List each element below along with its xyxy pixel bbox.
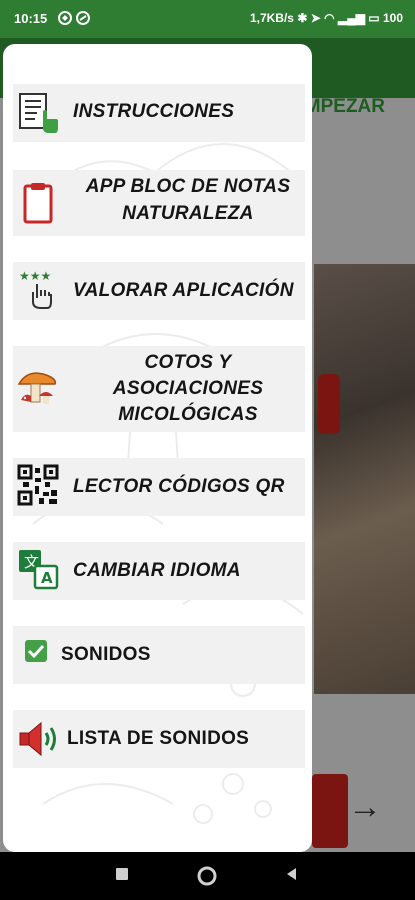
battery-level: 100 — [382, 11, 403, 25]
status-time: 10:15 — [14, 11, 48, 26]
menu-item-label-line-2: ASOCIACIONES — [112, 378, 264, 399]
menu-item-cambiar-idioma[interactable]: 文 A CAMBIAR IDIOMA — [13, 542, 305, 600]
status-right: 1,7KB/s ✱ ➤ ◠ ▂▄▆ ▭ 100 — [250, 11, 403, 25]
start-label: EMPEZAR — [312, 96, 385, 117]
menu-item-label-line-1: COTOS Y — [144, 352, 232, 373]
menu-item-label-line-2: NATURALEZA — [122, 203, 254, 224]
app-notification-icon — [58, 11, 90, 25]
menu-item-bloc-de-notas[interactable]: APP BLOC DE NOTAS NATURALEZA — [13, 170, 305, 236]
menu-item-label-line-1: APP BLOC DE NOTAS — [85, 176, 291, 197]
menu-item-label-line-3: MICOLÓGICAS — [118, 404, 258, 425]
back-button-icon[interactable] — [284, 866, 300, 882]
bluetooth-icon: ✱ — [297, 11, 308, 25]
menu-item-cotos-asociaciones[interactable]: COTOS Y ASOCIACIONES MICOLÓGICAS — [13, 346, 305, 432]
speaker-icon — [19, 721, 56, 757]
system-navigation-bar — [0, 852, 415, 900]
exit-door-icon — [312, 774, 348, 848]
menu-item-lista-sonidos[interactable]: LISTA DE SONIDOS — [13, 710, 305, 768]
instructions-document-icon — [19, 93, 58, 133]
checkbox-checked-icon[interactable] — [19, 634, 53, 668]
menu-item-label: CAMBIAR IDIOMA — [73, 560, 241, 581]
background-photo — [314, 264, 415, 694]
menu-item-label: LECTOR CÓDIGOS QR — [73, 476, 285, 497]
menu-item-label: VALORAR APLICACIÓN — [73, 280, 294, 301]
menu-item-label: SONIDOS — [61, 644, 151, 665]
menu-item-instrucciones[interactable]: INSTRUCCIONES — [13, 84, 305, 142]
navigation-drawer: INSTRUCCIONES APP BLOC DE NOTAS NATURALE… — [3, 44, 312, 852]
menu-item-valorar[interactable]: ★★★ VALORAR APLICACIÓN — [13, 262, 305, 320]
wifi-icon: ◠ — [324, 11, 335, 25]
location-icon: ➤ — [310, 11, 321, 25]
clipboard-icon — [23, 183, 53, 224]
mushroom-icon — [17, 372, 56, 404]
recents-button-icon[interactable] — [114, 866, 130, 882]
start-button[interactable]: EMPEZAR — [312, 96, 415, 124]
translate-icon: 文 A — [19, 550, 59, 590]
notification-icons — [58, 10, 92, 29]
battery-icon: ▭ — [368, 11, 380, 25]
status-bar: 10:15 1,7KB/s ✱ ➤ ◠ ▂▄▆ ▭ 100 — [0, 0, 415, 38]
menu-item-lector-qr[interactable]: LECTOR CÓDIGOS QR — [13, 458, 305, 516]
signal-icon: ▂▄▆ — [337, 11, 365, 25]
menu-item-label: LISTA DE SONIDOS — [67, 728, 250, 749]
menu-item-label: INSTRUCCIONES — [73, 101, 235, 122]
rate-stars-icon: ★★★ — [19, 269, 52, 309]
svg-text:★★★: ★★★ — [19, 269, 51, 283]
svg-text:A: A — [41, 569, 53, 587]
exit-arrow-icon: → — [348, 788, 382, 826]
qr-code-icon — [17, 464, 59, 506]
menu-item-sonidos[interactable]: SONIDOS — [13, 626, 305, 684]
network-speed: 1,7KB/s — [249, 11, 294, 25]
home-button-icon[interactable] — [196, 865, 218, 887]
